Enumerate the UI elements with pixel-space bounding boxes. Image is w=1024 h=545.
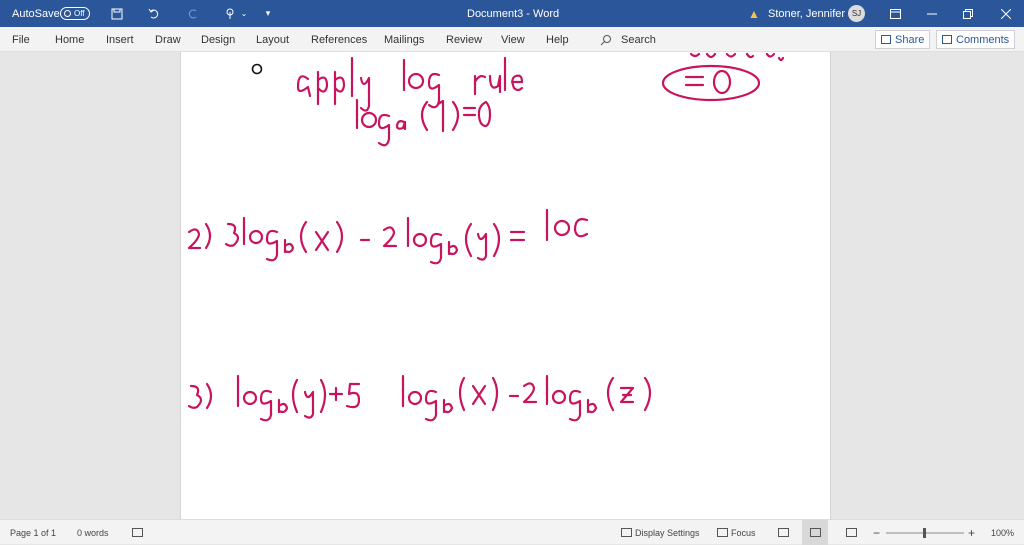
focus-icon[interactable] bbox=[717, 520, 728, 545]
search-box[interactable]: Search bbox=[621, 27, 656, 52]
touch-mode-chevron-icon[interactable]: ⌄ bbox=[234, 0, 254, 27]
search-icon[interactable] bbox=[600, 27, 612, 52]
ink-line-circled-zero bbox=[661, 52, 785, 102]
ink-line-equation-3 bbox=[187, 374, 652, 422]
comments-button[interactable]: Comments bbox=[936, 30, 1016, 49]
autosave-label: AutoSave bbox=[12, 7, 60, 20]
restore-icon[interactable] bbox=[958, 0, 978, 27]
share-label: Share bbox=[895, 33, 925, 46]
tab-home[interactable]: Home bbox=[55, 27, 84, 52]
document-title: Document3 - Word bbox=[467, 7, 560, 20]
focus-button[interactable]: Focus bbox=[731, 520, 756, 545]
status-bar: Page 1 of 1 0 words Display Settings Foc… bbox=[0, 519, 1024, 545]
page-indicator[interactable]: Page 1 of 1 bbox=[10, 520, 56, 545]
zoom-in-icon[interactable]: + bbox=[968, 520, 975, 545]
ink-canvas bbox=[187, 52, 785, 422]
close-icon[interactable] bbox=[996, 0, 1016, 27]
tab-references[interactable]: References bbox=[311, 27, 367, 52]
tab-draw[interactable]: Draw bbox=[155, 27, 181, 52]
tab-layout[interactable]: Layout bbox=[256, 27, 289, 52]
share-button[interactable]: Share bbox=[875, 30, 931, 49]
word-count[interactable]: 0 words bbox=[77, 520, 109, 545]
read-mode-icon[interactable] bbox=[778, 520, 789, 545]
comment-icon bbox=[942, 35, 952, 44]
toggle-knob-icon bbox=[64, 10, 71, 17]
avatar[interactable]: SJ bbox=[848, 5, 865, 22]
undo-icon[interactable] bbox=[144, 0, 164, 27]
zoom-out-icon[interactable]: − bbox=[873, 520, 880, 545]
display-settings-icon[interactable] bbox=[621, 520, 632, 545]
autosave-toggle[interactable]: Off bbox=[60, 7, 90, 20]
autosave-state: Off bbox=[74, 9, 85, 18]
web-layout-icon[interactable] bbox=[846, 520, 857, 545]
share-icon bbox=[881, 35, 891, 44]
save-icon[interactable] bbox=[107, 0, 127, 27]
tab-view[interactable]: View bbox=[501, 27, 525, 52]
ribbon-display-icon[interactable] bbox=[885, 0, 905, 27]
ribbon-tabs: File Home Insert Draw Design Layout Refe… bbox=[0, 27, 1024, 52]
redo-icon[interactable] bbox=[183, 0, 203, 27]
bullet-circle bbox=[251, 63, 263, 75]
proofing-icon[interactable] bbox=[132, 520, 143, 545]
customize-toolbar-icon[interactable]: ▾ bbox=[258, 0, 278, 27]
tab-file[interactable]: File bbox=[12, 27, 30, 52]
tab-help[interactable]: Help bbox=[546, 27, 569, 52]
print-layout-icon[interactable] bbox=[802, 520, 828, 545]
tab-insert[interactable]: Insert bbox=[106, 27, 134, 52]
ink-line-log-a-one bbox=[355, 98, 492, 147]
tab-review[interactable]: Review bbox=[446, 27, 482, 52]
tab-mailings[interactable]: Mailings bbox=[384, 27, 424, 52]
tab-design[interactable]: Design bbox=[201, 27, 235, 52]
minimize-icon[interactable] bbox=[922, 0, 942, 27]
comments-label: Comments bbox=[956, 33, 1010, 46]
display-settings-button[interactable]: Display Settings bbox=[635, 520, 700, 545]
ink-line-apply-log-rule bbox=[296, 56, 524, 112]
document-page[interactable] bbox=[180, 52, 831, 519]
zoom-level[interactable]: 100% bbox=[991, 520, 1014, 545]
ink-line-equation-2 bbox=[187, 208, 589, 265]
title-bar: AutoSave Off ⌄ ▾ Document3 - Word ▲ Ston… bbox=[0, 0, 1024, 27]
warning-icon[interactable]: ▲ bbox=[744, 0, 764, 27]
zoom-slider[interactable] bbox=[886, 520, 964, 545]
user-name[interactable]: Stoner, Jennifer L bbox=[768, 0, 854, 27]
